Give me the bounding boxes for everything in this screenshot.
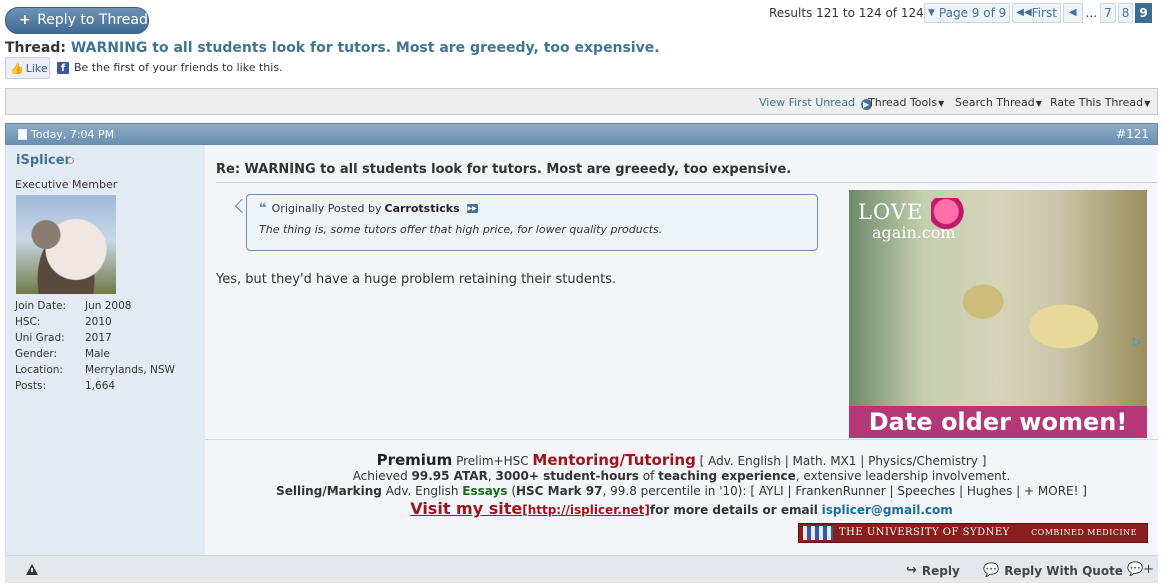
quote-author: Carrotsticks	[384, 202, 460, 215]
page-dropdown[interactable]: ▼ Page 9 of 9	[924, 3, 1011, 23]
stat-row-hsc: HSC: 2010	[15, 316, 112, 328]
multiquote-icon[interactable]: 💬+	[1127, 562, 1154, 577]
username-link[interactable]: iSplicer	[16, 153, 71, 168]
user-title: Executive Member	[15, 178, 118, 191]
rate-thread-menu[interactable]: Rate This Thread▼	[1050, 96, 1150, 109]
document-icon	[18, 129, 27, 140]
post-footer: ↪ Reply 💬 Reply With Quote 💬+	[5, 555, 1158, 583]
quote-header: ❝ Originally Posted by Carrotsticks ▶▶	[259, 201, 478, 216]
search-thread-menu[interactable]: Search Thread▼	[955, 96, 1042, 109]
caret-down-icon: ▼	[928, 8, 935, 18]
stat-row-uni-grad: Uni Grad: 2017	[15, 332, 112, 344]
caret-down-icon: ▼	[938, 99, 945, 108]
advertisement[interactable]: LOVE again.com Date older women!	[849, 190, 1147, 438]
thread-tools-bar: View First Unread ▶ Thread Tools▼ Search…	[5, 88, 1158, 115]
visit-site-link[interactable]: Visit my site	[410, 499, 522, 518]
quote-box: ❝ Originally Posted by Carrotsticks ▶▶ T…	[246, 194, 818, 251]
stat-row-location: Location: Merrylands, NSW	[15, 364, 175, 376]
site-url-link[interactable]: [http://isplicer.net]	[522, 503, 650, 517]
double-left-arrow-icon: ◀◀	[1016, 7, 1032, 18]
ad-logo: LOVE	[858, 200, 924, 224]
offline-status-icon	[67, 157, 74, 164]
view-first-unread-link[interactable]: View First Unread ▶	[759, 96, 872, 110]
results-count: Results 121 to 124 of 124	[769, 6, 924, 20]
prev-page-link[interactable]: ◀	[1062, 3, 1083, 23]
signature-line-4: Visit my site[http://isplicer.net]for mo…	[410, 499, 953, 518]
post-date: Today, 7:04 PM	[18, 128, 114, 141]
ad-banner: Date older women!	[849, 406, 1147, 438]
university-crest-icon	[803, 526, 833, 540]
divider	[216, 182, 1157, 183]
signature-line-3: Selling/Marking Adv. English Essays (HSC…	[276, 484, 1087, 498]
report-warning-icon[interactable]	[26, 564, 38, 575]
caret-down-icon: ▼	[1035, 99, 1042, 108]
facebook-like-button[interactable]: 👍 Like	[5, 57, 50, 79]
view-post-icon[interactable]: ▶▶	[466, 204, 478, 213]
post-header: Today, 7:04 PM #121	[5, 123, 1158, 145]
pagination-ellipsis: ...	[1085, 6, 1098, 20]
signature-divider	[205, 439, 1158, 440]
adchoices-icon[interactable]: ▷	[1133, 335, 1145, 348]
page-link-8[interactable]: 8	[1117, 3, 1134, 23]
speech-bubble-icon: 💬	[983, 563, 1000, 578]
reply-to-thread-button[interactable]: + Reply to Thread	[5, 7, 149, 34]
reply-to-thread-label: Reply to Thread	[37, 12, 148, 28]
facebook-like-text: Be the first of your friends to like thi…	[74, 61, 283, 74]
thumbs-up-icon: 👍	[10, 61, 24, 75]
stat-row-join-date: Join Date: Jun 2008	[15, 300, 132, 312]
page-link-7[interactable]: 7	[1100, 3, 1116, 23]
heart-icon	[931, 198, 969, 232]
reply-button[interactable]: ↪ Reply	[906, 563, 960, 578]
stat-row-gender: Gender: Male	[15, 348, 110, 360]
pagination: ▼ Page 9 of 9 ◀◀ First ◀ ... 7 8 9	[924, 2, 1152, 24]
post-body: Re: WARNING to all students look for tut…	[205, 145, 1158, 555]
quote-text: The thing is, some tutors offer that hig…	[259, 223, 663, 236]
signature: Premium Prelim+HSC Mentoring/Tutoring [ …	[205, 453, 1158, 518]
post-message: Yes, but they'd have a huge problem reta…	[216, 272, 617, 287]
first-page-link[interactable]: ◀◀ First	[1012, 3, 1061, 23]
signature-line-2: Achieved 99.95 ATAR, 3000+ student-hours…	[352, 469, 1011, 483]
stat-row-posts: Posts: 1,664	[15, 380, 116, 392]
post-title: Re: WARNING to all students look for tut…	[216, 162, 792, 177]
thread-tools-menu[interactable]: Thread Tools▼	[868, 96, 944, 109]
avatar[interactable]	[16, 195, 116, 294]
user-stats: Join Date: Jun 2008 HSC: 2010 Uni Grad: 201…	[15, 299, 175, 395]
user-info-panel: iSplicer Executive Member Join Date: Jun …	[5, 145, 205, 555]
reply-with-quote-button[interactable]: 💬 Reply With Quote	[983, 563, 1123, 578]
signature-line-1: Premium Prelim+HSC Mentoring/Tutoring [ …	[376, 451, 987, 469]
plus-icon: +	[19, 12, 31, 28]
reply-arrow-icon: ↪	[906, 563, 917, 578]
email-link[interactable]: isplicer@gmail.com	[822, 503, 953, 517]
thread-title: Thread: WARNING to all students look for…	[5, 40, 660, 56]
thread-title-link[interactable]: WARNING to all students look for tutors.…	[71, 40, 660, 56]
university-banner: THE UNIVERSITY OF SYDNEY COMBINED MEDICI…	[798, 523, 1148, 543]
facebook-icon: f	[57, 62, 69, 74]
quote-icon: ❝	[259, 201, 267, 216]
caret-down-icon: ▼	[1144, 99, 1151, 108]
page-link-9-current[interactable]: 9	[1135, 3, 1152, 23]
post-number-link[interactable]: #121	[1116, 127, 1149, 141]
